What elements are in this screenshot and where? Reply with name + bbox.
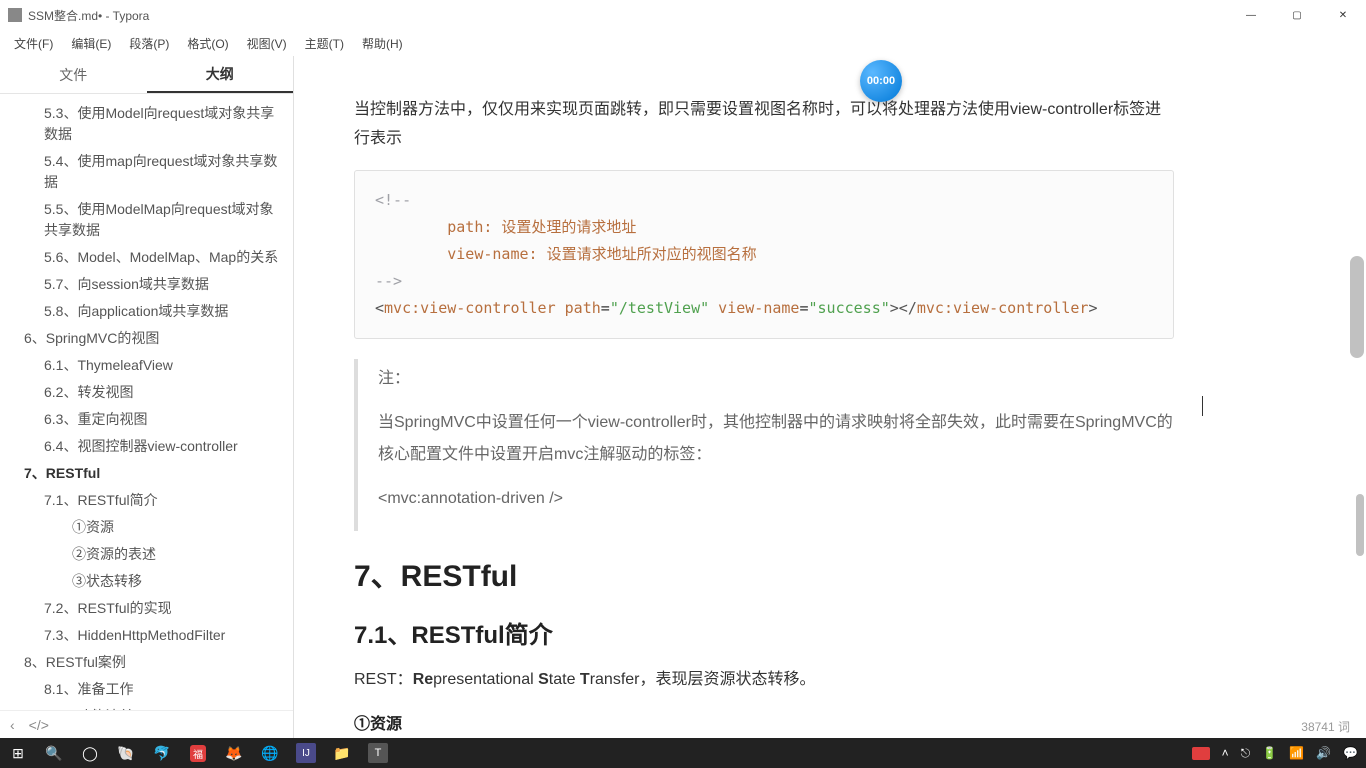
heading-7-1[interactable]: 7.1、RESTful简介 — [354, 615, 1174, 650]
main-scrollbar-thumb[interactable] — [1356, 494, 1364, 556]
menu-edit[interactable]: 编辑(E) — [63, 32, 119, 55]
minimize-button[interactable]: — — [1228, 0, 1274, 30]
code-block[interactable]: <!-- path: 设置处理的请求地址 view-name: 设置请求地址所对… — [354, 170, 1174, 339]
note-block[interactable]: 注： 当SpringMVC中设置任何一个view-controller时，其他控… — [354, 359, 1174, 531]
heading-resource[interactable]: ①资源 — [354, 710, 1174, 734]
back-icon[interactable]: ‹ — [10, 717, 15, 733]
statusbar: 38741 词 — [1301, 714, 1350, 738]
wifi-icon[interactable]: 📶 — [1289, 746, 1304, 760]
tab-outline[interactable]: 大纲 — [147, 56, 294, 93]
window-controls: — ▢ ✕ — [1228, 0, 1366, 30]
note-body: 当SpringMVC中设置任何一个view-controller时，其他控制器中… — [378, 407, 1174, 471]
menu-help[interactable]: 帮助(H) — [354, 32, 411, 55]
menubar: 文件(F) 编辑(E) 段落(P) 格式(O) 视图(V) 主题(T) 帮助(H… — [0, 30, 1366, 56]
text-caret — [1202, 396, 1203, 416]
outline-item[interactable]: 7.3、HiddenHttpMethodFilter — [0, 622, 293, 649]
outline-item[interactable]: 6.2、转发视图 — [0, 379, 293, 406]
intellij-icon[interactable]: IJ — [296, 743, 316, 763]
outline-item[interactable]: 5.3、使用Model向request域对象共享数据 — [0, 100, 293, 148]
titlebar: SSM整合.md• - Typora — ▢ ✕ — [0, 0, 1366, 30]
cortana-icon[interactable]: ◯ — [80, 743, 100, 763]
word-count[interactable]: 38741 词 — [1301, 718, 1350, 735]
start-icon[interactable]: ⊞ — [8, 743, 28, 763]
typora-icon[interactable]: T — [368, 743, 388, 763]
ime-icon[interactable] — [1192, 747, 1210, 760]
menu-paragraph[interactable]: 段落(P) — [121, 32, 177, 55]
outline-item[interactable]: ③状态转移 — [0, 568, 293, 595]
window-title: SSM整合.md• - Typora — [28, 7, 149, 24]
search-icon[interactable]: 🔍 — [44, 743, 64, 763]
outline-item[interactable]: 5.7、向session域共享数据 — [0, 271, 293, 298]
outline-item[interactable]: 5.5、使用ModelMap向request域对象共享数据 — [0, 196, 293, 244]
outline-item[interactable]: 7、RESTful — [0, 460, 293, 487]
note-title: 注： — [378, 363, 1174, 395]
menu-view[interactable]: 视图(V) — [239, 32, 295, 55]
outline-item[interactable]: 5.6、Model、ModelMap、Map的关系 — [0, 244, 293, 271]
battery-icon[interactable]: 🔋 — [1262, 746, 1277, 760]
editor-scrollbar-thumb[interactable] — [1350, 256, 1364, 358]
intro-paragraph[interactable]: 当控制器方法中，仅仅用来实现页面跳转，即只需要设置视图名称时，可以将处理器方法使… — [354, 96, 1174, 154]
source-mode-icon[interactable]: </> — [29, 717, 49, 733]
outline-item[interactable]: 7.2、RESTful的实现 — [0, 595, 293, 622]
outline-item[interactable]: 7.1、RESTful简介 — [0, 487, 293, 514]
app3-icon[interactable]: 福 — [188, 743, 208, 763]
outline-item[interactable]: 6.1、ThymeleafView — [0, 352, 293, 379]
app-icon — [8, 8, 22, 22]
sidebar-footer: ‹ </> — [0, 710, 293, 738]
bluetooth-icon[interactable]: ⎋ — [1241, 746, 1251, 761]
tray-up-icon[interactable]: ˄ — [1222, 746, 1229, 760]
outline-item[interactable]: 6、SpringMVC的视图 — [0, 325, 293, 352]
note-code: <mvc:annotation-driven /> — [378, 483, 1174, 515]
menu-file[interactable]: 文件(F) — [6, 32, 61, 55]
app2-icon[interactable]: 🐬 — [152, 743, 172, 763]
chrome-icon[interactable]: 🌐 — [260, 743, 280, 763]
tab-files[interactable]: 文件 — [0, 56, 147, 93]
menu-format[interactable]: 格式(O) — [179, 32, 236, 55]
outline-item[interactable]: 5.4、使用map向request域对象共享数据 — [0, 148, 293, 196]
explorer-icon[interactable]: 📁 — [332, 743, 352, 763]
outline-item[interactable]: ①资源 — [0, 514, 293, 541]
outline-item[interactable]: 8、RESTful案例 — [0, 649, 293, 676]
outline-item[interactable]: 8.1、准备工作 — [0, 676, 293, 703]
outline-item[interactable]: ②资源的表述 — [0, 541, 293, 568]
close-button[interactable]: ✕ — [1320, 0, 1366, 30]
menu-theme[interactable]: 主题(T) — [297, 32, 352, 55]
rest-definition[interactable]: REST：Representational State Transfer，表现层… — [354, 666, 1174, 695]
sidebar: 文件 大纲 5.3、使用Model向request域对象共享数据5.4、使用ma… — [0, 56, 294, 738]
outline-list[interactable]: 5.3、使用Model向request域对象共享数据5.4、使用map向requ… — [0, 94, 293, 710]
firefox-icon[interactable]: 🦊 — [224, 743, 244, 763]
editor[interactable]: 当控制器方法中，仅仅用来实现页面跳转，即只需要设置视图名称时，可以将处理器方法使… — [294, 56, 1366, 738]
taskbar: ⊞ 🔍 ◯ 🐚 🐬 福 🦊 🌐 IJ 📁 T ˄ ⎋ 🔋 📶 🔊 💬 — [0, 738, 1366, 768]
timer-badge[interactable]: 00:00 — [860, 60, 902, 102]
outline-item[interactable]: 6.3、重定向视图 — [0, 406, 293, 433]
notifications-icon[interactable]: 💬 — [1343, 746, 1358, 760]
outline-item[interactable]: 8.2、功能清单 — [0, 703, 293, 710]
outline-item[interactable]: 5.8、向application域共享数据 — [0, 298, 293, 325]
outline-item[interactable]: 6.4、视图控制器view-controller — [0, 433, 293, 460]
heading-7[interactable]: 7、RESTful — [354, 551, 1174, 595]
maximize-button[interactable]: ▢ — [1274, 0, 1320, 30]
app1-icon[interactable]: 🐚 — [116, 743, 136, 763]
volume-icon[interactable]: 🔊 — [1316, 746, 1331, 760]
